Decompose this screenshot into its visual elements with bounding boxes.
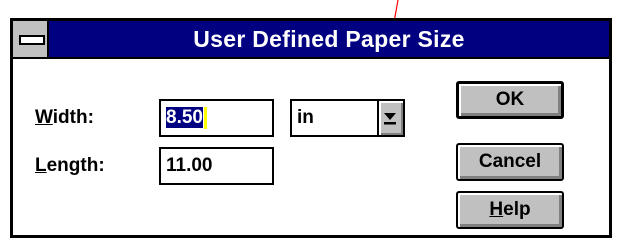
width-value: 8.50 — [166, 107, 203, 128]
dropdown-arrow-icon[interactable] — [377, 101, 403, 135]
help-button[interactable]: Help — [456, 191, 564, 229]
user-defined-paper-size-dialog: User Defined Paper Size Width: 8.50 in L… — [10, 18, 612, 238]
length-value: 11.00 — [166, 155, 213, 176]
title-bar: User Defined Paper Size — [13, 21, 609, 59]
units-combo[interactable]: in — [290, 99, 405, 137]
system-menu-icon[interactable] — [13, 21, 49, 57]
width-label: Width: — [35, 107, 94, 128]
length-label: Length: — [35, 155, 105, 176]
ok-button[interactable]: OK — [456, 81, 564, 119]
units-selected: in — [297, 107, 314, 128]
dialog-title: User Defined Paper Size — [193, 26, 465, 52]
text-caret — [203, 106, 207, 129]
length-input[interactable]: 11.00 — [159, 147, 274, 185]
width-input[interactable]: 8.50 — [159, 99, 274, 137]
cancel-button[interactable]: Cancel — [456, 143, 564, 181]
